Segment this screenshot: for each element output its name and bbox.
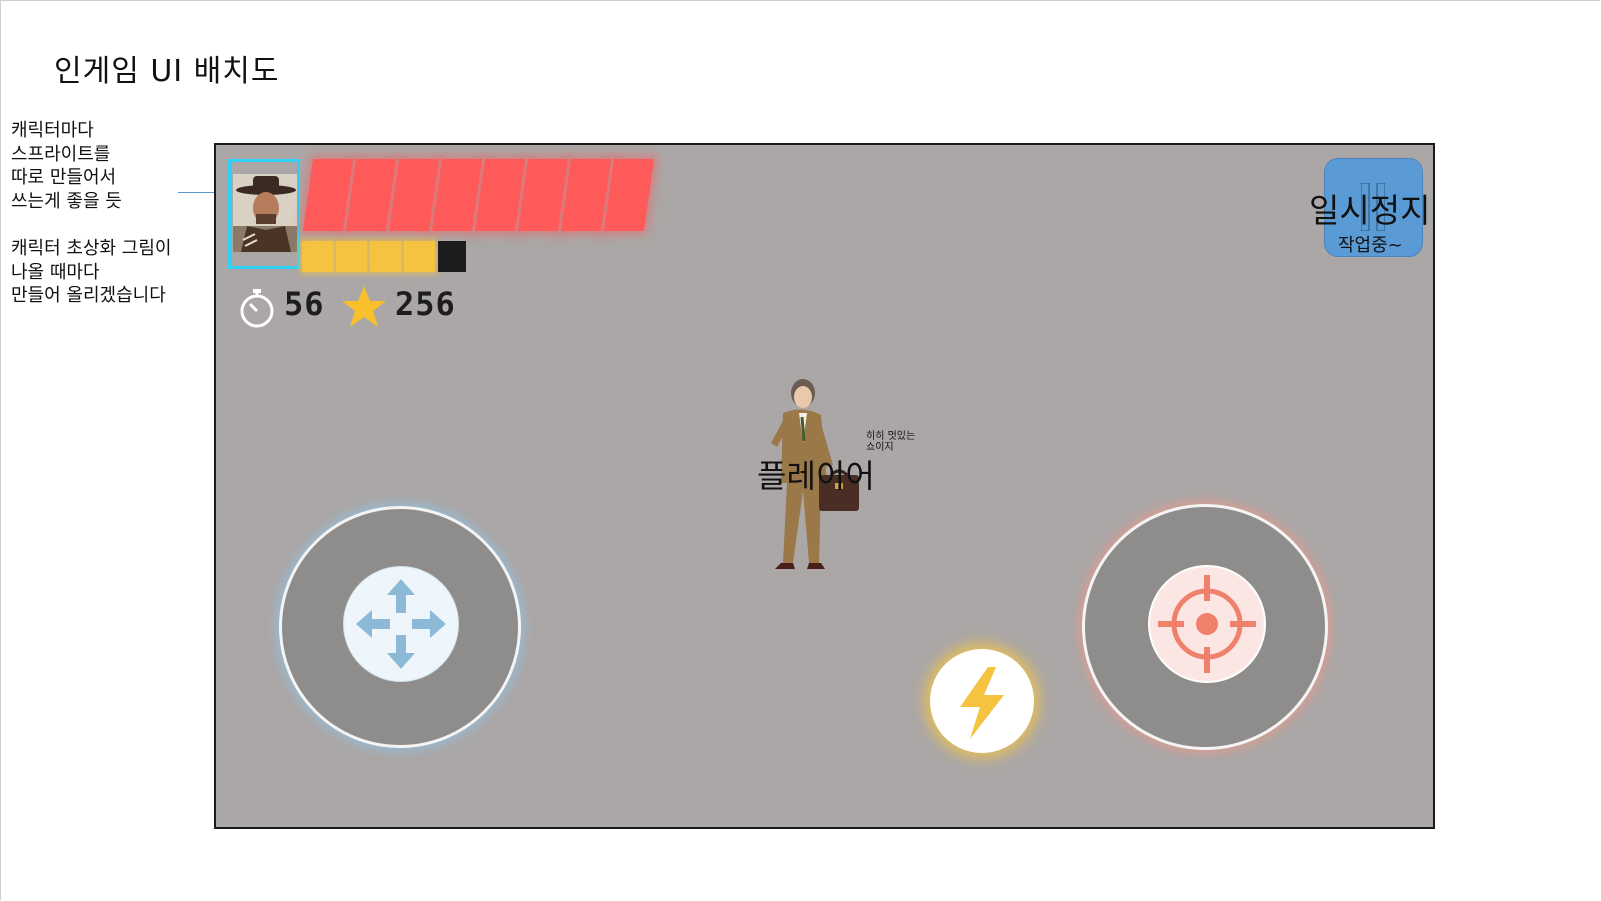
health-segment [388, 159, 440, 231]
health-segment [474, 159, 526, 231]
move-joystick-knob[interactable] [343, 566, 459, 682]
score-value: 256 [395, 285, 456, 323]
mana-segment-empty [438, 241, 466, 272]
pause-sublabel: 작업중~ [1338, 235, 1403, 256]
health-segment [603, 159, 655, 231]
game-screen: 56 256 일시정지 작업중~ 히히 멋있는 쇼이지 플레이어 [214, 143, 1435, 829]
mana-segment [370, 241, 401, 272]
health-segment [560, 159, 612, 231]
portrait-note: 캐릭터 초상화 그림이 나올 때마다 만들어 올리겠습니다 [11, 238, 172, 306]
star-icon [342, 286, 386, 327]
player-speech: 히히 멋있는 쇼이지 [866, 431, 916, 453]
health-segment [345, 159, 397, 231]
pause-label: 일시정지 [1309, 191, 1431, 230]
skill-button[interactable] [930, 649, 1034, 753]
mana-segment [404, 241, 435, 272]
crosshair-icon [1158, 575, 1256, 673]
health-segment [431, 159, 483, 231]
mana-segment [336, 241, 367, 272]
sprite-note: 캐릭터마다 스프라이트를 따로 만들어서 쓰는게 좋을 듯 [11, 120, 122, 212]
health-segment [517, 159, 569, 231]
four-way-arrow-icon [356, 579, 446, 669]
attack-joystick-knob[interactable] [1148, 565, 1266, 683]
attack-joystick[interactable] [1082, 504, 1328, 750]
timer-value: 56 [284, 285, 325, 323]
health-segment [302, 159, 354, 231]
player-label: 플레이어 [757, 457, 875, 495]
portrait-image [233, 174, 297, 252]
move-joystick[interactable] [279, 506, 521, 748]
page-title: 인게임 UI 배치도 [54, 54, 280, 89]
character-portrait[interactable] [228, 159, 300, 269]
mana-segment [302, 241, 333, 272]
stopwatch-icon [240, 289, 274, 328]
lightning-bolt-icon [960, 667, 1004, 739]
